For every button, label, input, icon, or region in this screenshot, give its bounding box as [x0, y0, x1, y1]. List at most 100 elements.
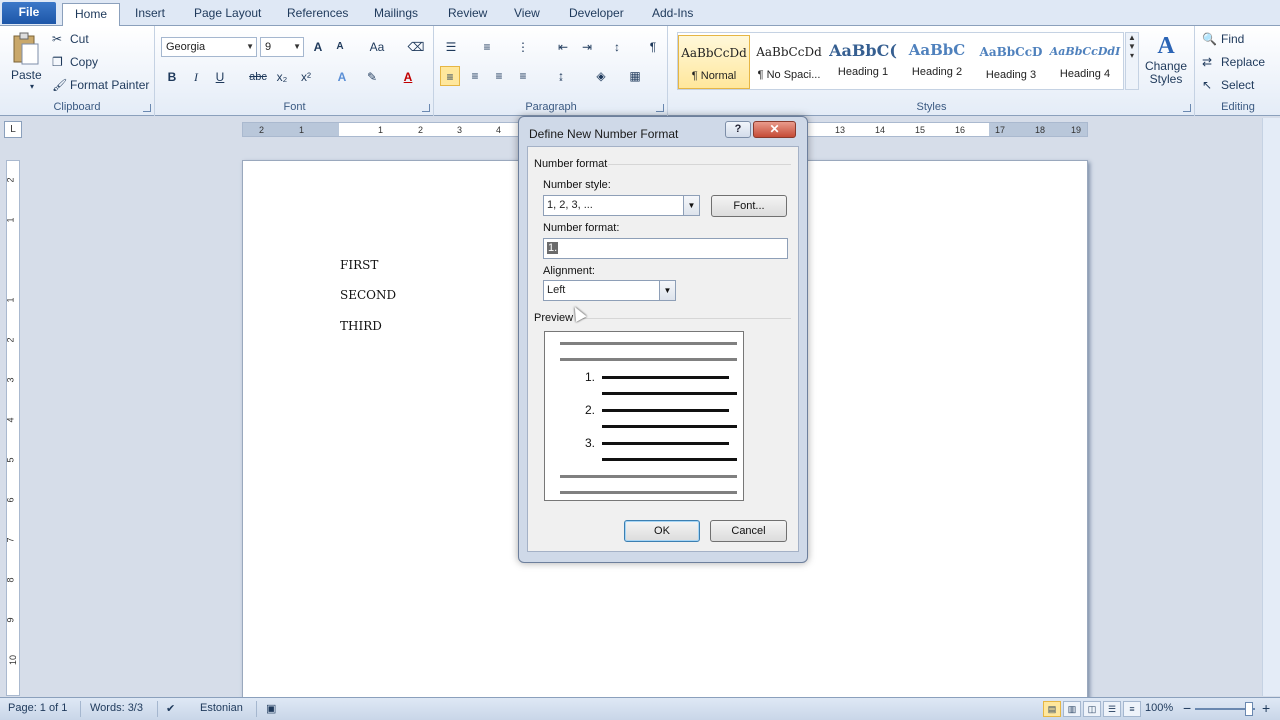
document-line[interactable]: FIRST: [340, 258, 378, 272]
tab-selector[interactable]: L: [4, 121, 22, 138]
vertical-ruler[interactable]: 2 1 1 2 3 4 5 6 7 8 9 10: [6, 160, 20, 696]
align-right-icon[interactable]: ≡: [489, 66, 509, 86]
replace-button[interactable]: Replace: [1221, 55, 1265, 69]
highlight-icon[interactable]: ✎: [362, 67, 382, 87]
ok-button[interactable]: OK: [624, 520, 700, 542]
tab-add-ins[interactable]: Add-Ins: [640, 3, 705, 26]
superscript-button[interactable]: x²: [296, 67, 316, 87]
language-status[interactable]: Estonian: [200, 702, 243, 714]
cut-button[interactable]: Cut: [70, 32, 89, 46]
tab-page-layout[interactable]: Page Layout: [182, 3, 273, 26]
paste-button[interactable]: Paste: [11, 68, 42, 82]
style-heading-1[interactable]: AaBbC(Heading 1: [827, 35, 899, 89]
text-effects-icon[interactable]: A: [332, 67, 352, 87]
subscript-button[interactable]: x₂: [272, 67, 292, 87]
chevron-down-icon: ▼: [246, 42, 254, 51]
select-icon[interactable]: ↖: [1202, 78, 1212, 92]
macro-recording-icon[interactable]: ▣: [266, 702, 276, 715]
preview-line: [602, 425, 737, 428]
dialog-launcher-icon[interactable]: [656, 104, 664, 112]
format-painter-icon[interactable]: 🖌: [52, 78, 67, 92]
change-styles-button[interactable]: A Change Styles: [1143, 32, 1189, 92]
style-heading-3[interactable]: AaBbCcD Heading 3: [975, 35, 1047, 89]
cancel-button[interactable]: Cancel: [710, 520, 787, 542]
ribbon: Paste ▾ ✂ Cut ❐ Copy 🖌 Format Painter Cl…: [0, 26, 1280, 116]
find-button[interactable]: Find: [1221, 32, 1244, 46]
bold-button[interactable]: B: [162, 67, 182, 87]
bullets-icon[interactable]: ☰: [441, 37, 461, 57]
outline-icon[interactable]: ☰: [1103, 701, 1121, 717]
tab-developer[interactable]: Developer: [557, 3, 636, 26]
tab-home[interactable]: Home: [62, 3, 121, 27]
cut-icon[interactable]: ✂: [52, 32, 62, 46]
tab-references[interactable]: References: [275, 3, 360, 26]
italic-button[interactable]: I: [186, 67, 206, 87]
tab-insert[interactable]: Insert: [123, 3, 177, 26]
style-normal[interactable]: AaBbCcDd ¶ Normal: [678, 35, 750, 89]
font-size-combo[interactable]: 9 ▼: [260, 37, 304, 57]
borders-icon[interactable]: ▦: [625, 66, 645, 86]
show-formatting-button[interactable]: ¶: [643, 37, 663, 57]
chevron-down-icon[interactable]: ▾: [30, 82, 34, 91]
draft-icon[interactable]: ≡: [1123, 701, 1141, 717]
paste-icon[interactable]: [10, 32, 40, 66]
shrink-font-button[interactable]: A: [330, 37, 350, 57]
font-name-combo[interactable]: Georgia ▼: [161, 37, 257, 57]
align-left-icon[interactable]: ≡: [440, 66, 460, 86]
increase-indent-icon[interactable]: ⇥: [577, 37, 597, 57]
preview-line: [560, 342, 737, 345]
tab-mailings[interactable]: Mailings: [362, 3, 430, 26]
style-no-spacing[interactable]: AaBbCcDd ¶ No Spaci...: [753, 35, 825, 89]
styles-gallery-scroll[interactable]: ▲ ▼ ▾: [1125, 32, 1139, 90]
dialog-launcher-icon[interactable]: [1183, 104, 1191, 112]
document-line[interactable]: SECOND: [340, 288, 396, 302]
font-color-icon[interactable]: A: [398, 67, 418, 87]
sort-icon[interactable]: ↕: [607, 37, 627, 57]
zoom-slider-thumb[interactable]: [1245, 702, 1253, 716]
font-button[interactable]: Font...: [711, 195, 787, 217]
zoom-out-icon[interactable]: −: [1183, 700, 1191, 716]
format-painter-button[interactable]: Format Painter: [70, 78, 149, 92]
number-format-input[interactable]: 1.: [543, 238, 788, 259]
grow-font-button[interactable]: A: [308, 37, 328, 57]
alignment-select[interactable]: Left ▼: [543, 280, 676, 301]
dialog-launcher-icon[interactable]: [143, 104, 151, 112]
strikethrough-button[interactable]: abc: [246, 67, 270, 87]
number-style-select[interactable]: 1, 2, 3, ... ▼: [543, 195, 700, 216]
copy-icon[interactable]: ❐: [52, 55, 63, 69]
select-button[interactable]: Select: [1221, 78, 1254, 92]
shading-icon[interactable]: ◈: [591, 66, 611, 86]
web-layout-icon[interactable]: ◫: [1083, 701, 1101, 717]
word-count-status[interactable]: Words: 3/3: [90, 702, 143, 714]
replace-icon[interactable]: ⇄: [1202, 55, 1212, 69]
align-center-icon[interactable]: ≡: [465, 66, 485, 86]
decrease-indent-icon[interactable]: ⇤: [553, 37, 573, 57]
full-screen-reading-icon[interactable]: ▥: [1063, 701, 1081, 717]
vertical-scrollbar[interactable]: [1262, 118, 1280, 696]
copy-button[interactable]: Copy: [70, 55, 98, 69]
zoom-level[interactable]: 100%: [1145, 702, 1173, 714]
page-count-status[interactable]: Page: 1 of 1: [8, 702, 67, 714]
proofing-icon[interactable]: ✔: [166, 702, 175, 715]
document-line[interactable]: THIRD: [340, 319, 382, 333]
change-case-button[interactable]: Aa: [362, 37, 392, 57]
zoom-in-icon[interactable]: +: [1262, 700, 1270, 716]
underline-button[interactable]: U: [210, 67, 230, 87]
dialog-launcher-icon[interactable]: [422, 104, 430, 112]
multilevel-list-icon[interactable]: ⋮: [513, 37, 533, 57]
tab-view[interactable]: View: [502, 3, 552, 26]
tab-file[interactable]: File: [2, 2, 56, 24]
close-button[interactable]: ✕: [753, 121, 796, 138]
print-layout-icon[interactable]: ▤: [1043, 701, 1061, 717]
justify-icon[interactable]: ≡: [513, 66, 533, 86]
paragraph-group: ☰ ≡ ⋮ ⇤ ⇥ ↕ ¶ ≡ ≡ ≡ ≡ ↨ ◈ ▦ Paragraph: [435, 26, 668, 116]
clear-formatting-icon[interactable]: ⌫: [406, 37, 426, 57]
help-button[interactable]: ?: [725, 121, 751, 138]
dialog-body: Number format Number style: 1, 2, 3, ...…: [527, 146, 799, 552]
line-spacing-icon[interactable]: ↨: [551, 66, 571, 86]
find-icon[interactable]: 🔍: [1202, 32, 1217, 46]
tab-review[interactable]: Review: [436, 3, 499, 26]
style-heading-4[interactable]: AaBbCcDdI Heading 4: [1049, 35, 1121, 89]
numbering-icon[interactable]: ≡: [477, 37, 497, 57]
style-heading-2[interactable]: AaBbC Heading 2: [901, 35, 973, 89]
